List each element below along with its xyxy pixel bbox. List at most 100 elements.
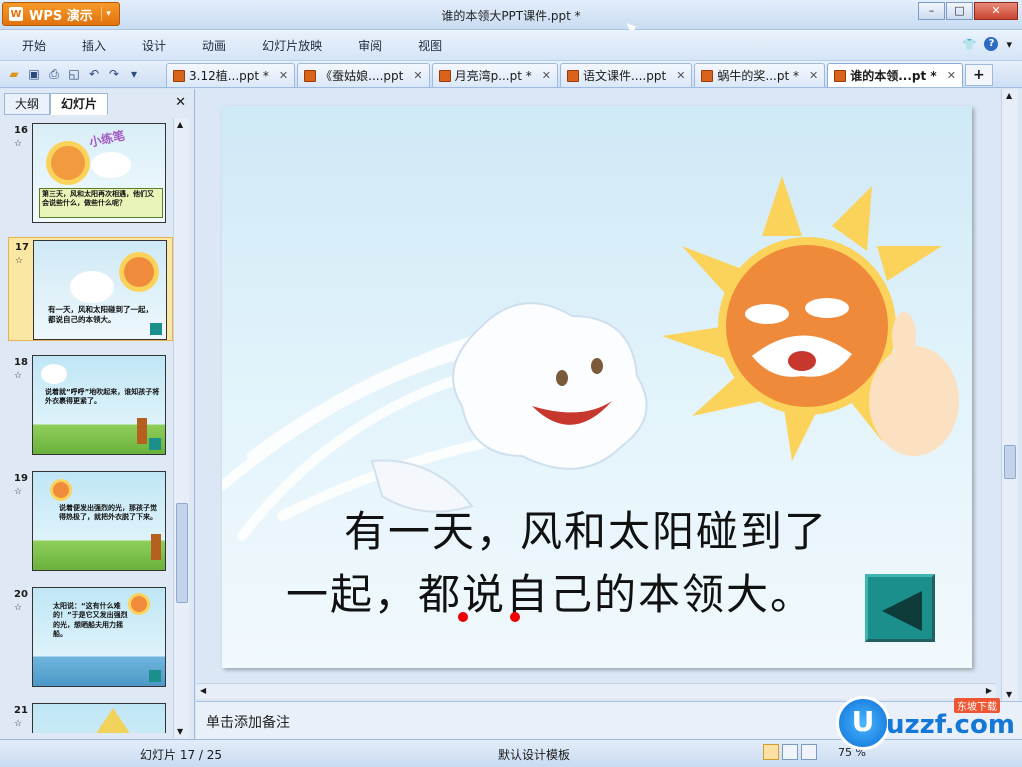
slide-number: 20 bbox=[14, 589, 28, 600]
animation-star-icon: ☆ bbox=[14, 719, 23, 729]
scroll-right-icon[interactable]: ▶ bbox=[986, 686, 992, 695]
doc-tab-active[interactable]: 谁的本领...pt * ✕ bbox=[827, 63, 963, 87]
thumbnail-image: 太阳说：“这有什么难的！”于是它又发出强烈的光，想晒船夫用力摇船。 bbox=[32, 587, 166, 687]
maximize-button[interactable]: □ bbox=[946, 2, 973, 20]
open-folder-icon[interactable]: ▰ bbox=[6, 66, 22, 82]
slide-canvas[interactable]: 有一天，风和太阳碰到了 一起，都说自己的本领大。 bbox=[222, 106, 972, 668]
close-icon[interactable]: ✕ bbox=[947, 69, 956, 82]
slide-thumbnail[interactable]: 20 ☆ 太阳说：“这有什么难的！”于是它又发出强烈的光，想晒船夫用力摇船。 bbox=[8, 585, 173, 689]
doc-tab-label: 语文课件....ppt bbox=[582, 69, 667, 83]
watermark-text: uzzf.com bbox=[886, 710, 1015, 740]
close-button[interactable]: ✕ bbox=[974, 2, 1018, 20]
slide-number: 19 bbox=[14, 473, 28, 484]
close-icon[interactable]: ✕ bbox=[175, 95, 186, 110]
doc-tab-label: 3.12植...ppt * bbox=[189, 69, 269, 83]
slideshow-icon[interactable] bbox=[801, 744, 817, 760]
normal-view-icon[interactable] bbox=[763, 744, 779, 760]
thumbnail-image: 说着就“呼呼”地吹起来，谁知孩子将外衣裹得更紧了。 bbox=[32, 355, 166, 455]
emphasis-dot bbox=[458, 612, 468, 622]
slide-sorter-icon[interactable] bbox=[782, 744, 798, 760]
animation-star-icon: ☆ bbox=[15, 256, 24, 266]
menu-view[interactable]: 视图 bbox=[418, 37, 442, 54]
doc-tab[interactable]: 《蚕姑娘....ppt ✕ bbox=[297, 63, 430, 87]
thumbnail-title: 小练笔 bbox=[88, 128, 127, 150]
scroll-up-icon[interactable]: ▲ bbox=[177, 120, 183, 129]
scroll-up-icon[interactable]: ▲ bbox=[1006, 91, 1012, 100]
slide-number: 16 bbox=[14, 125, 28, 136]
menu-bar: 开始 插入 设计 动画 幻灯片放映 审阅 视图 👕 ? ▾ bbox=[0, 30, 1022, 60]
design-template-label[interactable]: 默认设计模板 bbox=[498, 746, 570, 763]
slide-thumbnail[interactable]: 19 ☆ 说着便发出强烈的光，那孩子觉得热极了，就把外衣脱了下来。 bbox=[8, 469, 173, 573]
close-icon[interactable]: ✕ bbox=[809, 69, 818, 82]
thumbnail-caption: 有一天，风和太阳碰到了一起，都说自己的本领大。 bbox=[48, 305, 153, 325]
site-watermark: U uzzf.com 东坡下载 bbox=[836, 696, 1016, 750]
undo-icon[interactable]: ↶ bbox=[86, 66, 102, 82]
watermark-logo-icon: U bbox=[836, 696, 890, 750]
thumbnail-image: 说着便发出强烈的光，那孩子觉得热极了，就把外衣脱了下来。 bbox=[32, 471, 166, 571]
tab-slides[interactable]: 幻灯片 bbox=[50, 93, 109, 115]
customize-toolbar-icon[interactable]: ▾ bbox=[126, 66, 142, 82]
title-bar: W WPS 演示 ▾ 谁的本领大PPT课件.ppt * – □ ✕ bbox=[0, 0, 1022, 36]
slide-editor: 有一天，风和太阳碰到了 一起，都说自己的本领大。 ▲ ▼ ◀ ▶ 单击添加备注 bbox=[196, 89, 1022, 739]
slide-text-line-1[interactable]: 有一天，风和太阳碰到了 bbox=[344, 498, 828, 559]
scroll-left-icon[interactable]: ◀ bbox=[200, 686, 206, 695]
doc-tab-label: 月亮湾p...pt * bbox=[454, 69, 532, 83]
scrollbar-thumb[interactable] bbox=[176, 503, 188, 603]
print-preview-icon[interactable]: ◱ bbox=[66, 66, 82, 82]
print-icon[interactable]: ⎙ bbox=[46, 66, 62, 82]
ppt-file-icon bbox=[438, 69, 451, 82]
sun-illustration bbox=[662, 176, 959, 461]
slide-number: 21 bbox=[14, 705, 28, 716]
menu-insert[interactable]: 插入 bbox=[82, 37, 106, 54]
notes-placeholder[interactable]: 单击添加备注 bbox=[206, 712, 290, 732]
help-icon[interactable]: ? bbox=[984, 37, 999, 51]
animation-star-icon: ☆ bbox=[14, 603, 23, 613]
slide-text-line-2[interactable]: 一起，都说自己的本领大。 bbox=[286, 561, 814, 622]
slide-thumbnail[interactable]: 18 ☆ 说着就“呼呼”地吹起来，谁知孩子将外衣裹得更紧了。 bbox=[8, 353, 173, 457]
doc-tab[interactable]: 语文课件....ppt ✕ bbox=[559, 63, 693, 87]
menu-design[interactable]: 设计 bbox=[142, 37, 166, 54]
slide-counter: 幻灯片 17 / 25 bbox=[140, 748, 223, 762]
slide-thumbnail-selected[interactable]: 17 ☆ 有一天，风和太阳碰到了一起，都说自己的本领大。 bbox=[8, 237, 173, 341]
thumbnail-caption: 说着便发出强烈的光，那孩子觉得热极了，就把外衣脱了下来。 bbox=[59, 504, 157, 522]
doc-tab-label: 谁的本领...pt * bbox=[850, 69, 937, 83]
save-icon[interactable]: ▣ bbox=[26, 66, 42, 82]
close-icon[interactable]: ✕ bbox=[542, 69, 551, 82]
chevron-down-icon[interactable]: ▾ bbox=[1006, 38, 1012, 51]
animation-star-icon: ☆ bbox=[14, 371, 23, 381]
animation-star-icon: ☆ bbox=[14, 487, 23, 497]
close-icon[interactable]: ✕ bbox=[279, 69, 288, 82]
doc-tab[interactable]: 3.12植...ppt * ✕ bbox=[166, 63, 296, 87]
doc-tab[interactable]: 月亮湾p...pt * ✕ bbox=[431, 63, 558, 87]
back-nav-button[interactable] bbox=[865, 574, 935, 642]
thumbnail-image: 小练笔 第三天，风和太阳再次相遇，他们又会说些什么，做些什么呢？ bbox=[32, 123, 166, 223]
skin-icon[interactable]: 👕 bbox=[963, 38, 977, 51]
doc-tab[interactable]: 蜗牛的奖...pt * ✕ bbox=[694, 63, 826, 87]
new-tab-button[interactable]: + bbox=[964, 64, 993, 86]
watermark-sub: 东坡下载 bbox=[954, 698, 1000, 713]
redo-icon[interactable]: ↷ bbox=[106, 66, 122, 82]
doc-tab-label: 《蚕姑娘....ppt bbox=[320, 69, 404, 83]
slide-scrollbar[interactable]: ▲ ▼ bbox=[1001, 89, 1018, 701]
tab-outline[interactable]: 大纲 bbox=[4, 93, 51, 115]
ppt-file-icon bbox=[701, 69, 714, 82]
ppt-file-icon bbox=[566, 69, 579, 82]
thumbnails-scrollbar[interactable]: ▲ ▼ bbox=[173, 118, 189, 738]
slide-number: 17 bbox=[15, 242, 29, 253]
scroll-down-icon[interactable]: ▼ bbox=[177, 727, 183, 736]
minimize-button[interactable]: – bbox=[918, 2, 945, 20]
menu-review[interactable]: 审阅 bbox=[358, 37, 382, 54]
thumbnail-caption: 太阳说：“这有什么难的！”于是它又发出强烈的光，想晒船夫用力摇船。 bbox=[53, 602, 128, 639]
menu-animation[interactable]: 动画 bbox=[202, 37, 226, 54]
menu-slideshow[interactable]: 幻灯片放映 bbox=[262, 37, 322, 54]
emphasis-dot bbox=[510, 612, 520, 622]
slides-panel: 大纲 幻灯片 ✕ 16 ☆ 小练笔 第三天，风和太阳再次相遇，他们又会说些什么，… bbox=[0, 89, 195, 739]
slide-thumbnail[interactable]: 21 ☆ bbox=[8, 701, 173, 733]
doc-tab-label: 蜗牛的奖...pt * bbox=[717, 69, 799, 83]
menu-home[interactable]: 开始 bbox=[22, 37, 46, 54]
scrollbar-thumb[interactable] bbox=[1004, 445, 1016, 479]
close-icon[interactable]: ✕ bbox=[413, 69, 422, 82]
slide-thumbnail[interactable]: 16 ☆ 小练笔 第三天，风和太阳再次相遇，他们又会说些什么，做些什么呢？ bbox=[8, 121, 173, 225]
close-icon[interactable]: ✕ bbox=[676, 69, 685, 82]
thumbnail-image: 有一天，风和太阳碰到了一起，都说自己的本领大。 bbox=[33, 240, 167, 340]
